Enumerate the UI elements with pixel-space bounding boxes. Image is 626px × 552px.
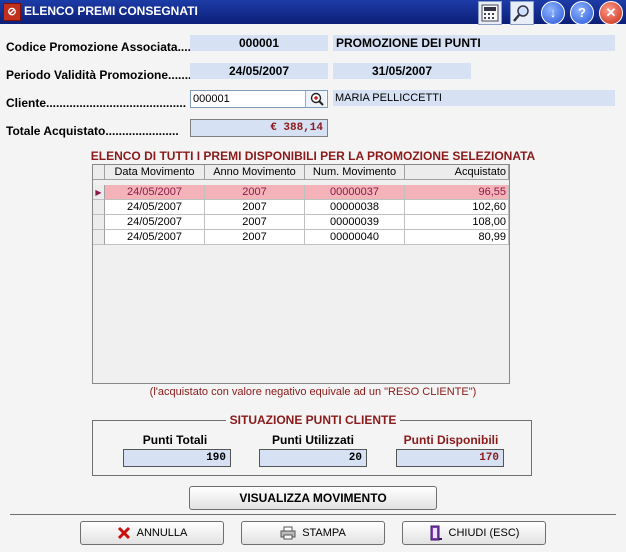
row-pointer-icon: ▶ bbox=[93, 185, 105, 200]
premi-grid[interactable]: Data Movimento Anno Movimento Num. Movim… bbox=[92, 164, 510, 384]
cell-anno-movimento: 2007 bbox=[205, 230, 305, 245]
promo-name-field: PROMOZIONE DEI PUNTI bbox=[333, 35, 615, 51]
totale-label: Totale Acquistato...................... bbox=[6, 124, 179, 138]
chiudi-label: CHIUDI (ESC) bbox=[448, 527, 520, 539]
table-row[interactable]: 24/05/2007 2007 00000038 102,60 bbox=[93, 200, 509, 215]
title-bar: ⊘ ELENCO PREMI CONSEGNATI ↓ ? ✕ bbox=[0, 0, 626, 25]
punti-groupbox bbox=[92, 420, 532, 476]
search-icon[interactable] bbox=[510, 1, 534, 25]
grid-header: Data Movimento Anno Movimento Num. Movim… bbox=[93, 165, 509, 180]
cell-anno-movimento: 2007 bbox=[205, 185, 305, 200]
cell-acquistato: 108,00 bbox=[405, 215, 509, 230]
table-row[interactable]: ▶ 24/05/2007 2007 00000037 96,55 bbox=[93, 185, 509, 200]
app-logo-icon: ⊘ bbox=[3, 3, 21, 21]
punti-group-title-wrap: SITUAZIONE PUNTI CLIENTE bbox=[0, 413, 626, 427]
column-header[interactable]: Data Movimento bbox=[105, 165, 205, 180]
cell-acquistato: 102,60 bbox=[405, 200, 509, 215]
row-selector bbox=[93, 230, 105, 245]
stampa-label: STAMPA bbox=[302, 527, 346, 539]
row-selector bbox=[93, 200, 105, 215]
reso-note: (l'acquistato con valore negativo equiva… bbox=[149, 386, 477, 398]
divider bbox=[10, 514, 616, 515]
cliente-name-field: MARIA PELLICCETTI bbox=[333, 90, 615, 106]
cliente-code-input[interactable]: 000001 bbox=[190, 90, 328, 108]
cell-num-movimento: 00000040 bbox=[305, 230, 405, 245]
totale-field: € 388,14 bbox=[190, 119, 328, 137]
help-icon[interactable]: ? bbox=[570, 1, 594, 25]
cell-acquistato: 80,99 bbox=[405, 230, 509, 245]
grid-corner bbox=[93, 165, 105, 180]
cell-anno-movimento: 2007 bbox=[205, 200, 305, 215]
punti-disponibili-label: Punti Disponibili bbox=[403, 433, 499, 447]
column-header[interactable]: Acquistato bbox=[405, 165, 509, 180]
date-to-field: 31/05/2007 bbox=[333, 63, 471, 79]
calculator-icon[interactable] bbox=[478, 1, 502, 25]
cell-anno-movimento: 2007 bbox=[205, 215, 305, 230]
table-row[interactable]: 24/05/2007 2007 00000039 108,00 bbox=[93, 215, 509, 230]
visualizza-movimento-button[interactable]: VISUALIZZA MOVIMENTO bbox=[189, 486, 437, 510]
codice-label: Codice Promozione Associata..... bbox=[6, 40, 195, 54]
download-icon[interactable]: ↓ bbox=[541, 1, 565, 25]
column-header[interactable]: Num. Movimento bbox=[305, 165, 405, 180]
cell-data-movimento: 24/05/2007 bbox=[105, 200, 205, 215]
cell-num-movimento: 00000037 bbox=[305, 185, 405, 200]
window-title: ELENCO PREMI CONSEGNATI bbox=[24, 4, 198, 18]
chiudi-button[interactable]: CHIUDI (ESC) bbox=[402, 521, 546, 545]
row-selector bbox=[93, 215, 105, 230]
cliente-code-value: 000001 bbox=[193, 93, 230, 105]
punti-utilizzati-label: Punti Utilizzati bbox=[272, 433, 354, 447]
cell-data-movimento: 24/05/2007 bbox=[105, 230, 205, 245]
annulla-button[interactable]: ANNULLA bbox=[80, 521, 224, 545]
punti-group-title: SITUAZIONE PUNTI CLIENTE bbox=[225, 413, 401, 427]
zoom-search-icon[interactable] bbox=[305, 91, 326, 107]
printer-icon bbox=[280, 526, 296, 540]
cell-data-movimento: 24/05/2007 bbox=[105, 185, 205, 200]
codice-field: 000001 bbox=[190, 35, 328, 51]
punti-totali-field: 190 bbox=[123, 449, 231, 467]
close-icon[interactable]: ✕ bbox=[599, 1, 623, 25]
cancel-x-icon bbox=[117, 527, 130, 540]
periodo-label: Periodo Validità Promozione....... bbox=[6, 68, 192, 82]
cliente-label: Cliente.................................… bbox=[6, 96, 187, 110]
annulla-label: ANNULLA bbox=[136, 527, 188, 539]
date-from-field: 24/05/2007 bbox=[190, 63, 328, 79]
cell-data-movimento: 24/05/2007 bbox=[105, 215, 205, 230]
cell-num-movimento: 00000039 bbox=[305, 215, 405, 230]
column-header[interactable]: Anno Movimento bbox=[205, 165, 305, 180]
cell-acquistato: 96,55 bbox=[405, 185, 509, 200]
punti-totali-label: Punti Totali bbox=[142, 433, 208, 447]
punti-utilizzati-field: 20 bbox=[259, 449, 367, 467]
table-row[interactable]: 24/05/2007 2007 00000040 80,99 bbox=[93, 230, 509, 245]
exit-door-icon bbox=[430, 525, 442, 541]
cell-num-movimento: 00000038 bbox=[305, 200, 405, 215]
punti-disponibili-field: 170 bbox=[396, 449, 504, 467]
list-title: ELENCO DI TUTTI I PREMI DISPONIBILI PER … bbox=[90, 149, 536, 163]
stampa-button[interactable]: STAMPA bbox=[241, 521, 385, 545]
